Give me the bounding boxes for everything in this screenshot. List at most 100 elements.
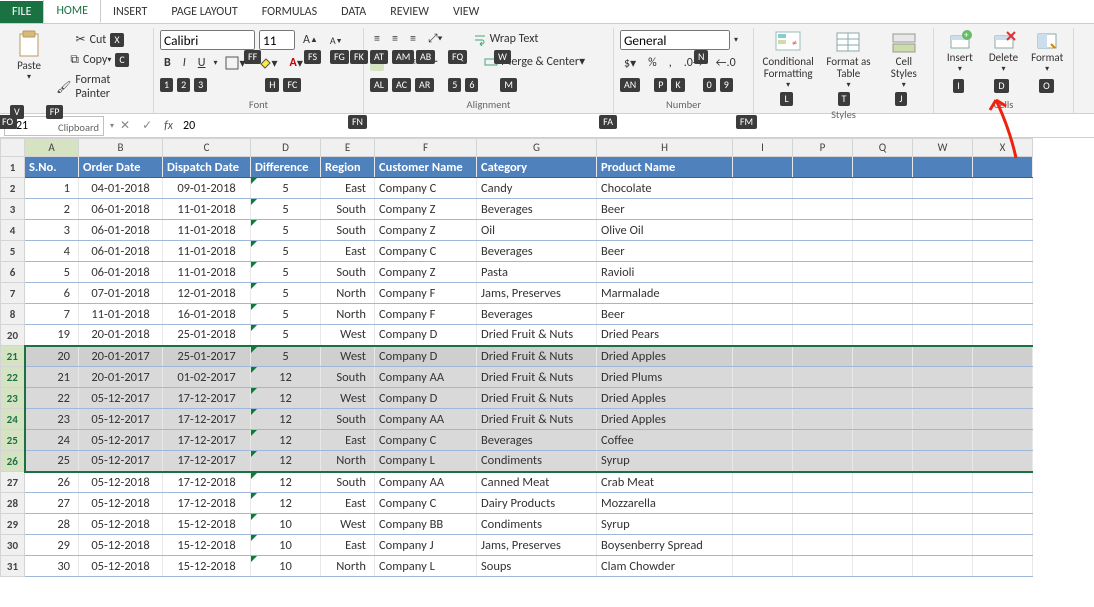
- row-header-20[interactable]: 20: [1, 325, 25, 346]
- cell-difference[interactable]: 10: [251, 514, 321, 535]
- cell-empty[interactable]: [973, 556, 1033, 577]
- cell-category[interactable]: Dried Fruit & Nuts: [477, 388, 597, 409]
- cell-empty[interactable]: [733, 283, 793, 304]
- cell-dispatchdate[interactable]: 25-01-2018: [163, 325, 251, 346]
- cell-category[interactable]: Dairy Products: [477, 493, 597, 514]
- align-top-button[interactable]: ≡: [370, 30, 384, 48]
- cell-sno[interactable]: 5: [25, 262, 79, 283]
- cell-empty[interactable]: [733, 430, 793, 451]
- cell-empty[interactable]: [793, 220, 853, 241]
- tab-insert[interactable]: INSERT: [101, 1, 159, 23]
- tab-review[interactable]: REVIEW: [378, 1, 441, 23]
- cell-product[interactable]: Mozzarella: [597, 493, 733, 514]
- cell-empty[interactable]: [913, 493, 973, 514]
- cell-category[interactable]: Canned Meat: [477, 472, 597, 493]
- cell-customer[interactable]: Company D: [375, 388, 477, 409]
- cell-sno[interactable]: 20: [25, 346, 79, 367]
- cell-dispatchdate[interactable]: 17-12-2017: [163, 409, 251, 430]
- cell-product[interactable]: Beer: [597, 241, 733, 262]
- row-header-31[interactable]: 31: [1, 556, 25, 577]
- copy-button[interactable]: ⧉ Copy▾ C: [52, 51, 147, 69]
- cell-empty[interactable]: [853, 262, 913, 283]
- cell-product[interactable]: Ravioli: [597, 262, 733, 283]
- cell-sno[interactable]: 25: [25, 451, 79, 472]
- cell-empty[interactable]: [793, 430, 853, 451]
- header-cell-d[interactable]: Difference: [251, 157, 321, 178]
- row-header-29[interactable]: 29: [1, 514, 25, 535]
- cell-empty[interactable]: [973, 451, 1033, 472]
- cell-dispatchdate[interactable]: 25-01-2017: [163, 346, 251, 367]
- cell-difference[interactable]: 12: [251, 493, 321, 514]
- cell-product[interactable]: Dried Plums: [597, 367, 733, 388]
- cell-region[interactable]: South: [321, 367, 375, 388]
- cell-difference[interactable]: 12: [251, 409, 321, 430]
- cell-empty[interactable]: [853, 199, 913, 220]
- cell-product[interactable]: Dried Apples: [597, 409, 733, 430]
- cell-sno[interactable]: 7: [25, 304, 79, 325]
- cell-dispatchdate[interactable]: 12-01-2018: [163, 283, 251, 304]
- cell-empty[interactable]: [973, 262, 1033, 283]
- cell-empty[interactable]: [793, 367, 853, 388]
- cell-region[interactable]: South: [321, 199, 375, 220]
- cell-sno[interactable]: 29: [25, 535, 79, 556]
- header-cell-e[interactable]: Region: [321, 157, 375, 178]
- cell-region[interactable]: East: [321, 241, 375, 262]
- cell-sno[interactable]: 2: [25, 199, 79, 220]
- cell-empty[interactable]: [973, 220, 1033, 241]
- cell-customer[interactable]: Company F: [375, 283, 477, 304]
- cell-difference[interactable]: 5: [251, 220, 321, 241]
- accounting-format-button[interactable]: $▾: [620, 54, 640, 73]
- cell-category[interactable]: Candy: [477, 178, 597, 199]
- cell-product[interactable]: Dried Apples: [597, 388, 733, 409]
- cell-empty[interactable]: [913, 283, 973, 304]
- row-header-22[interactable]: 22: [1, 367, 25, 388]
- cell-orderdate[interactable]: 07-01-2018: [79, 283, 163, 304]
- align-middle-button[interactable]: ≡: [388, 30, 402, 48]
- cell-empty[interactable]: [733, 367, 793, 388]
- cell-empty[interactable]: [973, 388, 1033, 409]
- cell-category[interactable]: Dried Fruit & Nuts: [477, 325, 597, 346]
- select-all-corner[interactable]: [1, 139, 25, 157]
- cell-orderdate[interactable]: 20-01-2018: [79, 325, 163, 346]
- conditional-formatting-button[interactable]: ≠ Conditional Formatting▾: [762, 30, 814, 90]
- orientation-button[interactable]: ⤢▾: [424, 30, 447, 48]
- col-header-C[interactable]: C: [163, 139, 251, 157]
- cell-region[interactable]: West: [321, 325, 375, 346]
- cell-orderdate[interactable]: 05-12-2018: [79, 472, 163, 493]
- tab-view[interactable]: VIEW: [441, 1, 491, 23]
- comma-format-button[interactable]: ,: [665, 54, 676, 72]
- cell-empty[interactable]: [973, 430, 1033, 451]
- cell-empty[interactable]: [913, 514, 973, 535]
- cell-empty[interactable]: [913, 346, 973, 367]
- cell-empty[interactable]: [913, 388, 973, 409]
- cell-sno[interactable]: 3: [25, 220, 79, 241]
- cell-empty[interactable]: [733, 535, 793, 556]
- cell-orderdate[interactable]: 04-01-2018: [79, 178, 163, 199]
- cell-empty[interactable]: [913, 472, 973, 493]
- cut-button[interactable]: ✂ Cut X: [52, 30, 147, 49]
- cell-dispatchdate[interactable]: 11-01-2018: [163, 262, 251, 283]
- cell-category[interactable]: Condiments: [477, 514, 597, 535]
- row-header-25[interactable]: 25: [1, 430, 25, 451]
- cell-sno[interactable]: 24: [25, 430, 79, 451]
- row-header-1[interactable]: 1: [1, 157, 25, 178]
- delete-cells-button[interactable]: Delete▾: [984, 30, 1024, 74]
- cell-difference[interactable]: 5: [251, 199, 321, 220]
- cell-empty[interactable]: [853, 409, 913, 430]
- col-header-W[interactable]: W: [913, 139, 973, 157]
- cell-orderdate[interactable]: 06-01-2018: [79, 241, 163, 262]
- cell-customer[interactable]: Company L: [375, 451, 477, 472]
- cell-empty[interactable]: [733, 451, 793, 472]
- cell-empty[interactable]: [913, 367, 973, 388]
- increase-font-button[interactable]: A▲: [299, 31, 322, 49]
- cell-orderdate[interactable]: 05-12-2018: [79, 556, 163, 577]
- cell-product[interactable]: Beer: [597, 304, 733, 325]
- cell-empty[interactable]: [793, 472, 853, 493]
- header-cell-f[interactable]: Customer Name: [375, 157, 477, 178]
- col-header-Q[interactable]: Q: [853, 139, 913, 157]
- cell-dispatchdate[interactable]: 11-01-2018: [163, 241, 251, 262]
- col-header-F[interactable]: F: [375, 139, 477, 157]
- row-header-5[interactable]: 5: [1, 241, 25, 262]
- cell-dispatchdate[interactable]: 17-12-2017: [163, 388, 251, 409]
- cell-product[interactable]: Olive Oil: [597, 220, 733, 241]
